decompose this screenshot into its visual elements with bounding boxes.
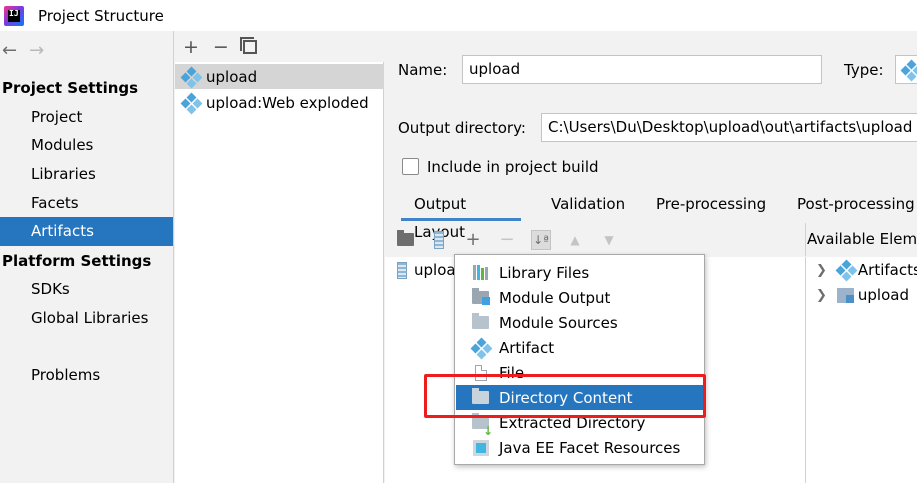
available-item-label: Artifacts: [857, 261, 917, 279]
module-output-icon: [471, 288, 490, 307]
artifact-label: upload: [206, 67, 258, 86]
menu-item-directory-content[interactable]: Directory Content: [456, 385, 704, 410]
javaee-icon: [471, 438, 490, 457]
sidebar-item-libraries[interactable]: Libraries: [0, 160, 173, 189]
name-field[interactable]: upload: [462, 55, 822, 84]
menu-item-label: Directory Content: [499, 388, 633, 407]
include-in-build-label: Include in project build: [427, 158, 599, 176]
add-element-button[interactable]: +: [463, 229, 483, 250]
chevron-right-icon[interactable]: ❯: [816, 263, 827, 278]
artifact-icon: [835, 259, 858, 282]
create-archive-button[interactable]: [429, 230, 449, 250]
sidebar-item-project[interactable]: Project: [0, 103, 173, 132]
chevron-right-icon[interactable]: ❯: [816, 288, 827, 303]
artifact-icon: [470, 337, 492, 359]
output-directory-field[interactable]: C:\Users\Du\Desktop\upload\out\artifacts…: [541, 113, 917, 142]
project-settings-header: Project Settings: [2, 79, 139, 97]
artifact-label: upload:Web exploded: [206, 93, 369, 112]
artifacts-toolbar: + −: [175, 31, 384, 62]
archive-icon: [397, 261, 407, 279]
menu-item-label: Module Output: [499, 288, 611, 307]
artifact-icon: [180, 66, 203, 88]
menu-item-extracted-directory[interactable]: Extracted Directory: [456, 410, 704, 438]
sidebar-item-problems[interactable]: Problems: [0, 361, 173, 390]
copy-icon[interactable]: [239, 36, 257, 54]
window-title: Project Structure: [38, 6, 164, 25]
available-elements-tree: ❯ Artifacts ❯ upload: [805, 257, 917, 483]
history-navigation: ← →: [2, 40, 44, 61]
archive-icon: [434, 230, 444, 249]
library-icon: [471, 263, 490, 282]
menu-item-artifact[interactable]: Artifact: [456, 335, 704, 360]
extracted-directory-icon: [471, 413, 493, 438]
add-element-menu: Library Files Module Output Module Sourc…: [454, 254, 705, 465]
menu-item-label: Java EE Facet Resources: [499, 438, 681, 457]
intellij-logo-icon: IJ: [4, 5, 24, 26]
artifact-item-upload-web-exploded[interactable]: upload:Web exploded: [175, 90, 384, 115]
module-icon: [836, 287, 854, 303]
available-item-label: upload: [857, 286, 909, 304]
include-in-build-checkbox[interactable]: [402, 158, 419, 175]
back-arrow-icon[interactable]: ←: [2, 40, 17, 61]
remove-element-button[interactable]: −: [497, 229, 517, 250]
editor-tabs: Output Layout Validation Pre-processing …: [385, 190, 917, 241]
move-down-button[interactable]: ▼: [599, 230, 619, 250]
sidebar-item-global-libraries[interactable]: Global Libraries: [0, 304, 173, 333]
tab-validation[interactable]: Validation: [551, 190, 625, 221]
layout-root-label: uploa: [414, 261, 456, 279]
output-directory-label: Output directory:: [398, 119, 526, 137]
available-item-upload[interactable]: ❯ upload: [816, 286, 909, 304]
directory-icon: [471, 388, 490, 407]
artifacts-list-pane: + − upload upload:Web exploded: [175, 31, 384, 483]
name-label: Name:: [398, 61, 448, 79]
output-layout-toolbar: + − ↓ª ▲ ▼: [385, 223, 805, 256]
available-item-artifacts[interactable]: ❯ Artifacts: [816, 259, 917, 282]
menu-item-label: Artifact: [499, 338, 555, 357]
create-directory-button[interactable]: [395, 230, 415, 250]
platform-settings-header: Platform Settings: [2, 252, 152, 270]
title-bar: IJ Project Structure: [0, 0, 917, 31]
menu-item-file[interactable]: File: [456, 360, 704, 385]
menu-item-javaee-facet-resources[interactable]: Java EE Facet Resources: [456, 435, 704, 460]
folder-icon: [396, 230, 414, 246]
move-up-button[interactable]: ▲: [565, 230, 585, 250]
type-dropdown[interactable]: [895, 55, 917, 84]
module-sources-icon: [471, 313, 490, 332]
forward-arrow-icon[interactable]: →: [29, 40, 44, 61]
artifact-item-upload[interactable]: upload: [175, 64, 384, 89]
sidebar-item-sdks[interactable]: SDKs: [0, 275, 173, 304]
remove-artifact-button[interactable]: −: [213, 36, 229, 58]
sidebar-item-modules[interactable]: Modules: [0, 131, 173, 160]
menu-item-module-output[interactable]: Module Output: [456, 285, 704, 310]
menu-item-label: Library Files: [499, 263, 590, 282]
sort-elements-button[interactable]: ↓ª: [531, 229, 551, 250]
menu-item-label: File: [499, 363, 525, 382]
layout-root-item[interactable]: uploa: [397, 261, 456, 279]
settings-sidebar: ← → Project Settings Project Modules Lib…: [0, 31, 174, 483]
add-artifact-button[interactable]: +: [183, 36, 199, 58]
tab-output-layout[interactable]: Output Layout: [401, 190, 521, 241]
tab-pre-processing[interactable]: Pre-processing: [656, 190, 766, 221]
menu-item-module-sources[interactable]: Module Sources: [456, 310, 704, 335]
file-icon: [471, 363, 490, 382]
type-label: Type:: [844, 61, 884, 79]
sidebar-item-facets[interactable]: Facets: [0, 189, 173, 218]
sidebar-item-artifacts[interactable]: Artifacts: [0, 217, 173, 246]
tab-post-processing[interactable]: Post-processing: [797, 190, 915, 221]
menu-item-library-files[interactable]: Library Files: [456, 260, 704, 285]
available-elements-header: Available Elements: [805, 223, 917, 256]
menu-item-label: Module Sources: [499, 313, 618, 332]
artifact-icon: [900, 59, 917, 81]
artifact-icon: [180, 92, 203, 114]
menu-item-label: Extracted Directory: [499, 413, 646, 432]
